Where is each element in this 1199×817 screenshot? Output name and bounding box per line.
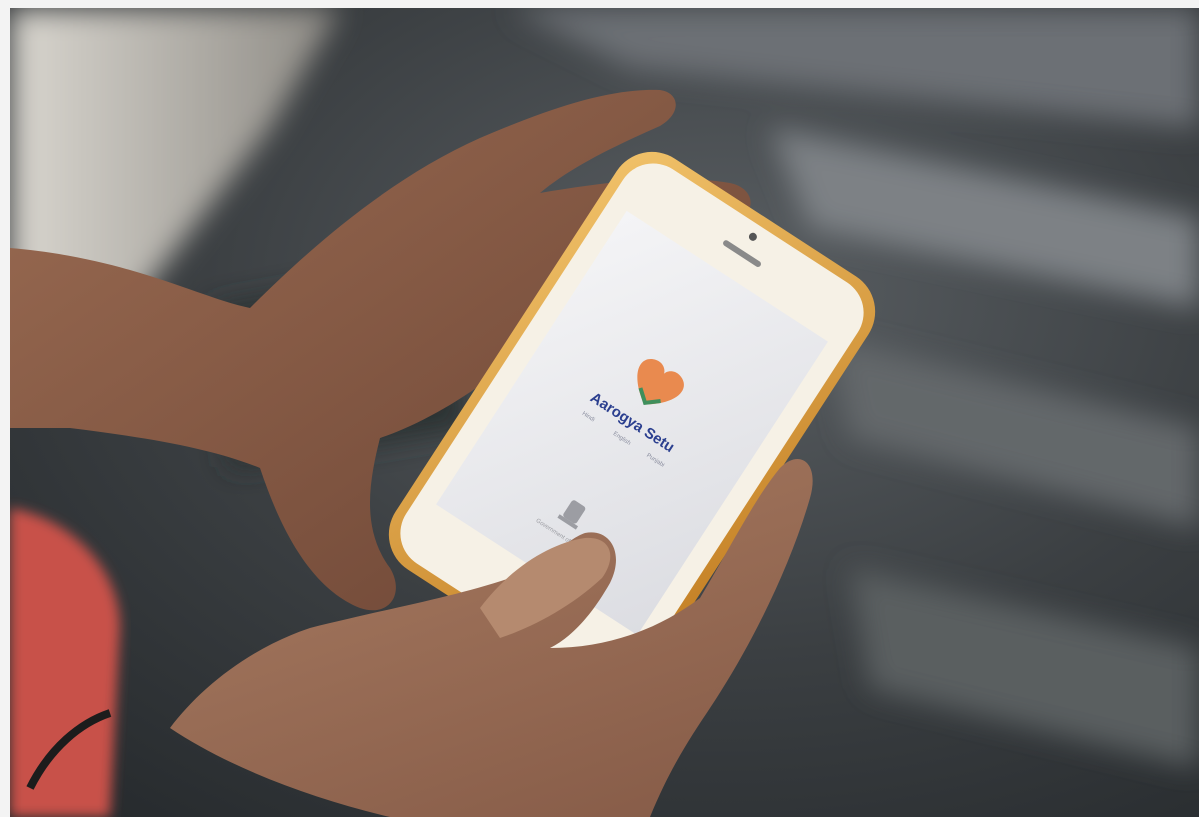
scene: Aarogya Setu Hindi English Punjabi Gover… <box>10 8 1199 817</box>
photograph: Aarogya Setu Hindi English Punjabi Gover… <box>10 8 1199 817</box>
photo-frame: Aarogya Setu Hindi English Punjabi Gover… <box>0 0 1199 817</box>
